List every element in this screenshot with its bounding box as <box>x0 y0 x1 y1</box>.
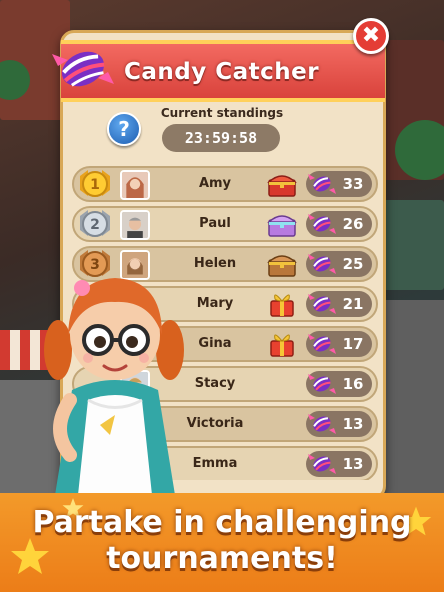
svg-text:2: 2 <box>90 217 100 233</box>
panel-title: Candy Catcher <box>124 59 320 85</box>
player-name: Paul <box>199 216 231 231</box>
street <box>380 300 444 500</box>
candy-icon <box>308 254 336 274</box>
promo-tagline: Partake in challenging tournaments! <box>0 505 444 577</box>
candy-icon <box>308 214 336 234</box>
standings-label: Current standings <box>160 106 284 120</box>
player-score: 16 <box>342 375 364 393</box>
gift-box-icon <box>270 294 294 317</box>
countdown-timer: 23:59:58 <box>162 124 280 152</box>
help-button[interactable]: ? <box>107 112 141 146</box>
score-pill: 33 <box>306 171 372 197</box>
player-score: 17 <box>342 335 364 353</box>
red-chest-icon <box>267 175 297 197</box>
player-score: 13 <box>342 455 364 473</box>
purple-chest-icon <box>267 215 297 237</box>
score-pill: 26 <box>306 211 372 237</box>
player-score: 26 <box>342 215 364 233</box>
score-pill: 17 <box>306 331 372 357</box>
promo-tagline-line2: tournaments! <box>106 541 338 576</box>
leaderboard-row[interactable]: 2 Paul 26 <box>72 206 378 242</box>
silver-medal-icon: 2 <box>80 210 110 237</box>
mascot-girl-character <box>44 278 184 495</box>
score-pill: 13 <box>306 411 372 437</box>
close-button[interactable]: ✖ <box>353 18 389 54</box>
score-pill: 16 <box>306 371 372 397</box>
player-name: Amy <box>198 176 232 191</box>
player-score: 21 <box>342 295 364 313</box>
candy-logo-icon <box>52 51 114 87</box>
avatar <box>120 170 150 200</box>
candy-icon <box>308 374 336 394</box>
candy-icon <box>308 334 336 354</box>
gold-medal-icon: 1 <box>80 170 110 197</box>
candy-icon <box>308 174 336 194</box>
score-pill: 13 <box>306 451 372 477</box>
player-score: 25 <box>342 255 364 273</box>
candy-icon <box>308 414 336 434</box>
svg-text:1: 1 <box>90 177 100 193</box>
score-pill: 21 <box>306 291 372 317</box>
promo-tagline-line1: Partake in challenging <box>32 505 412 540</box>
player-score: 33 <box>342 175 364 193</box>
avatar <box>120 210 150 240</box>
building <box>380 200 444 290</box>
player-score: 13 <box>342 415 364 433</box>
candy-icon <box>308 294 336 314</box>
score-pill: 25 <box>306 251 372 277</box>
gift-box-icon <box>270 334 294 357</box>
leaderboard-row[interactable]: 1 Amy 33 <box>72 166 378 202</box>
candy-icon <box>308 454 336 474</box>
bronze-chest-icon <box>267 255 297 277</box>
